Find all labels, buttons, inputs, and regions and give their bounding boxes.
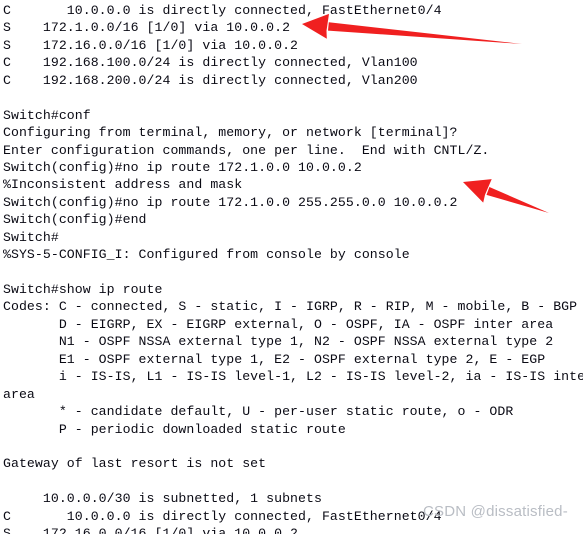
terminal-line: area [3,386,35,402]
terminal-line: Switch(config)#no ip route 172.1.0.0 255… [3,194,458,210]
terminal-line: E1 - OSPF external type 1, E2 - OSPF ext… [3,351,546,367]
terminal-line: C 192.168.200.0/24 is directly connected… [3,72,418,88]
terminal-line: Configuring from terminal, memory, or ne… [3,125,458,141]
terminal-line: Codes: C - connected, S - static, I - IG… [3,299,578,315]
terminal-screenshot: C 10.0.0.0 is directly connected, FastEt… [0,0,583,534]
terminal-line: Gateway of last resort is not set [3,456,267,472]
terminal-output-pane[interactable]: C 10.0.0.0 is directly connected, FastEt… [0,0,583,534]
terminal-line: %SYS-5-CONFIG_I: Configured from console… [3,247,410,263]
terminal-line: N1 - OSPF NSSA external type 1, N2 - OSP… [3,334,554,350]
terminal-line: Switch#conf [3,107,91,123]
terminal-line: Switch(config)#no ip route 172.1.0.0 10.… [3,159,362,175]
terminal-line: S 172.16.0.0/16 [1/0] via 10.0.0.2 [3,37,299,53]
terminal-line: i - IS-IS, L1 - IS-IS level-1, L2 - IS-I… [3,369,583,385]
terminal-line: Switch#show ip route [3,282,163,297]
terminal-line: P - periodic downloaded static route [3,421,346,437]
terminal-line: D - EIGRP, EX - EIGRP external, O - OSPF… [3,316,554,332]
terminal-line: %Inconsistent address and mask [3,177,243,193]
terminal-line: S 172.1.0.0/16 [1/0] via 10.0.0.2 [3,20,291,36]
terminal-line: * - candidate default, U - per-user stat… [3,404,514,420]
terminal-line: Enter configuration commands, one per li… [3,142,490,158]
csdn-watermark: CSDN @dissatisfied- [423,503,568,520]
terminal-line: C 10.0.0.0 is directly connected, FastEt… [3,3,442,18]
terminal-line: Switch(config)#end [3,212,147,228]
terminal-line: C 192.168.100.0/24 is directly connected… [3,55,418,71]
terminal-line: Switch# [3,229,59,245]
terminal-line: S 172.16.0.0/16 [1/0] via 10.0.0.2 [3,526,299,534]
